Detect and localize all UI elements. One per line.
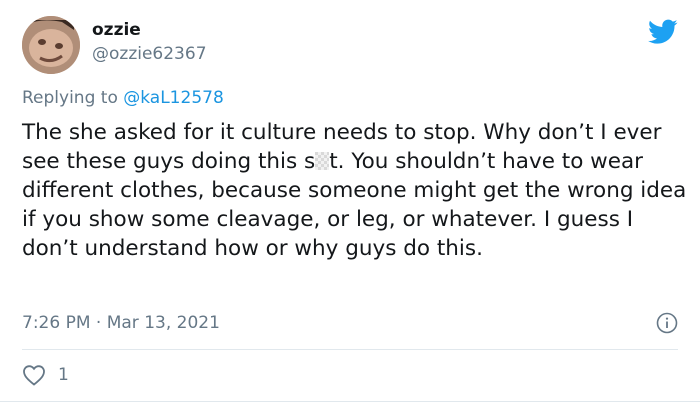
info-icon[interactable] [656,312,678,334]
display-name[interactable]: ozzie [92,20,141,40]
heart-icon [23,365,45,386]
tweet-text: The she asked for it culture needs to st… [22,118,687,263]
divider [22,349,678,350]
reply-prefix: Replying to [22,88,118,108]
like-count: 1 [58,365,69,385]
reply-handle-link[interactable]: @kaL12578 [123,88,224,108]
censor-blur [315,152,330,170]
tweet-timestamp[interactable]: 7:26 PM · Mar 13, 2021 [22,313,220,333]
meta-separator: · [95,313,102,333]
like-button[interactable]: 1 [22,364,69,386]
tweet-card: ozzie @ozzie62367 Replying to @kaL12578 … [0,0,700,402]
user-handle[interactable]: @ozzie62367 [92,44,207,64]
twitter-bird-icon[interactable] [648,18,678,46]
reply-context: Replying to @kaL12578 [22,88,224,108]
avatar[interactable] [22,16,80,74]
tweet-date: Mar 13, 2021 [106,313,220,333]
avatar-photo [22,16,80,74]
tweet-time: 7:26 PM [22,313,91,333]
